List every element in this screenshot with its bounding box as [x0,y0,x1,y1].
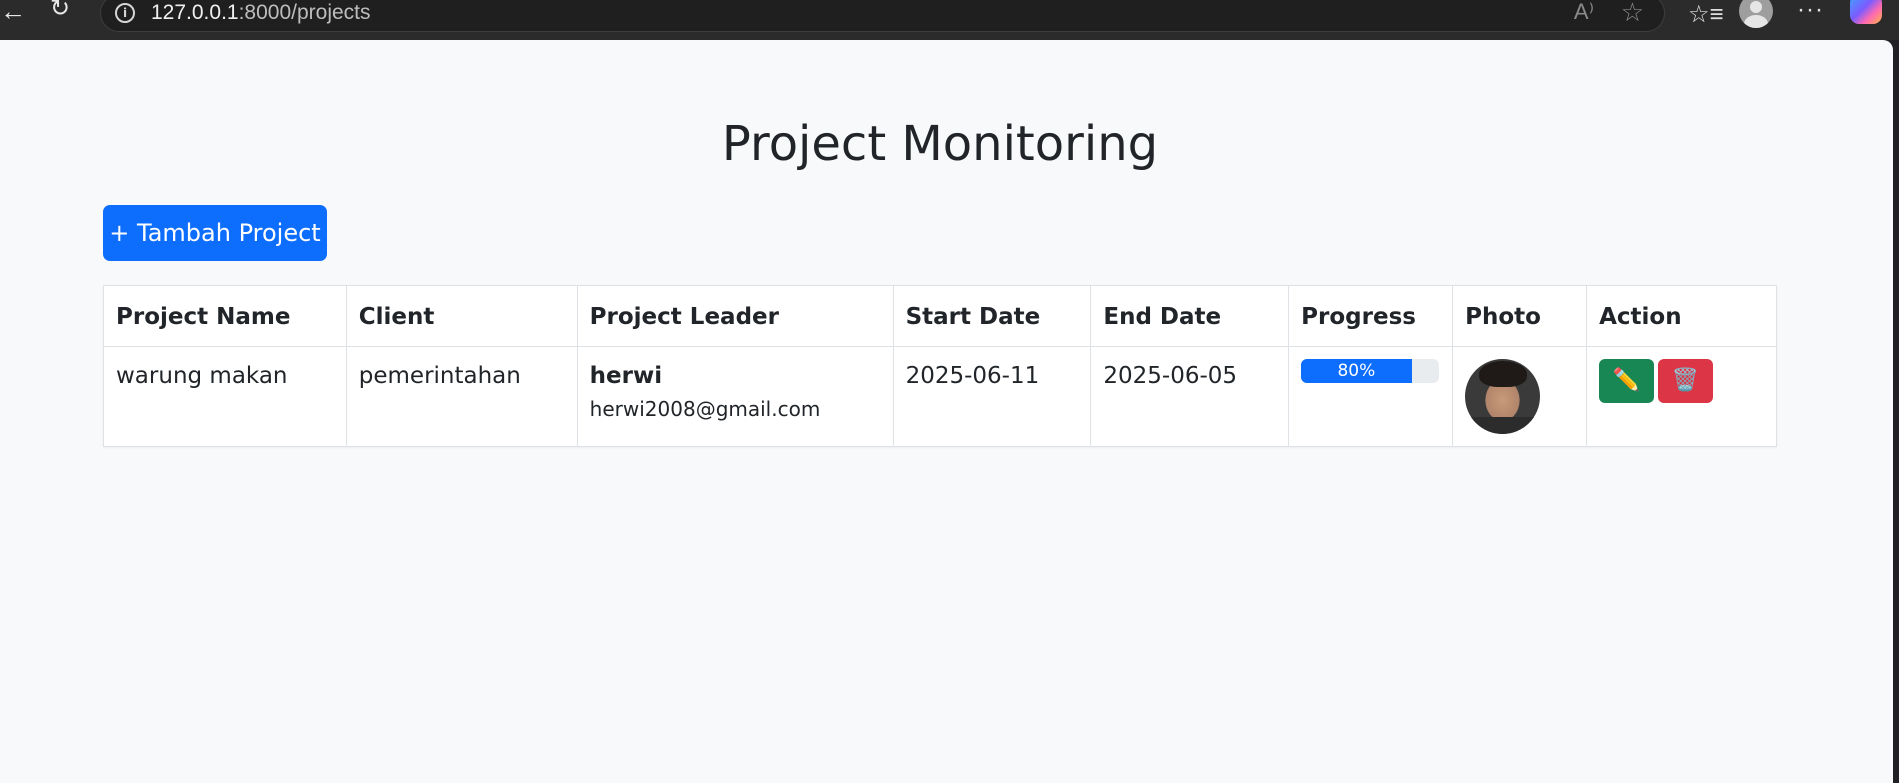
trash-icon: 🗑️ [1671,368,1700,393]
cell-project-name: warung makan [103,346,347,447]
delete-button[interactable]: 🗑️ [1658,359,1714,403]
progress-track: 80% [1301,359,1440,383]
browser-toolbar: ← ↻ i 127.0.0.1:8000/projects A⁾ ☆ ☆≡ ··… [0,0,1899,40]
profile-icon[interactable] [1739,0,1773,28]
leader-email: herwi2008@gmail.com [589,397,821,421]
table-header-row: Project Name Client Project Leader Start… [103,285,1777,347]
favorite-star-icon[interactable]: ☆ [1621,0,1644,28]
address-bar[interactable]: i 127.0.0.1:8000/projects A⁾ ☆ [100,0,1665,32]
cell-project-leader: herwi herwi2008@gmail.com [576,346,894,447]
back-icon[interactable]: ← [0,0,26,24]
cell-start-date: 2025-06-11 [892,346,1092,447]
reload-icon[interactable]: ↻ [50,0,76,22]
info-icon[interactable]: i [115,3,135,23]
url-text[interactable]: 127.0.0.1:8000/projects [151,1,371,25]
header-action: Action [1586,285,1777,347]
page-content: Project Monitoring + Tambah Project Proj… [0,40,1893,783]
pencil-icon: ✏️ [1612,368,1641,393]
read-aloud-icon[interactable]: A⁾ [1574,0,1594,25]
favorites-icon[interactable]: ☆≡ [1688,0,1724,29]
edit-button[interactable]: ✏️ [1599,359,1655,403]
header-start-date: Start Date [892,285,1092,347]
progress-bar: 80% [1301,359,1412,383]
cell-action: ✏️ 🗑️ [1586,346,1777,447]
header-client: Client [345,285,578,347]
add-project-button[interactable]: + Tambah Project [103,205,327,261]
copilot-icon[interactable] [1850,0,1882,24]
header-project-name: Project Name [103,285,347,347]
cell-photo [1452,346,1588,447]
projects-table: Project Name Client Project Leader Start… [103,285,1777,447]
leader-photo-avatar [1465,359,1541,434]
cell-progress: 80% [1288,346,1454,447]
cell-client: pemerintahan [345,346,578,447]
header-progress: Progress [1288,285,1454,347]
header-project-leader: Project Leader [576,285,894,347]
header-photo: Photo [1452,285,1588,347]
cell-end-date: 2025-06-05 [1090,346,1290,447]
table-row: warung makan pemerintahan herwi herwi200… [103,346,1777,447]
more-icon[interactable]: ··· [1797,0,1824,24]
leader-name: herwi [589,363,663,389]
page-title: Project Monitoring [721,116,1159,172]
header-end-date: End Date [1090,285,1290,347]
